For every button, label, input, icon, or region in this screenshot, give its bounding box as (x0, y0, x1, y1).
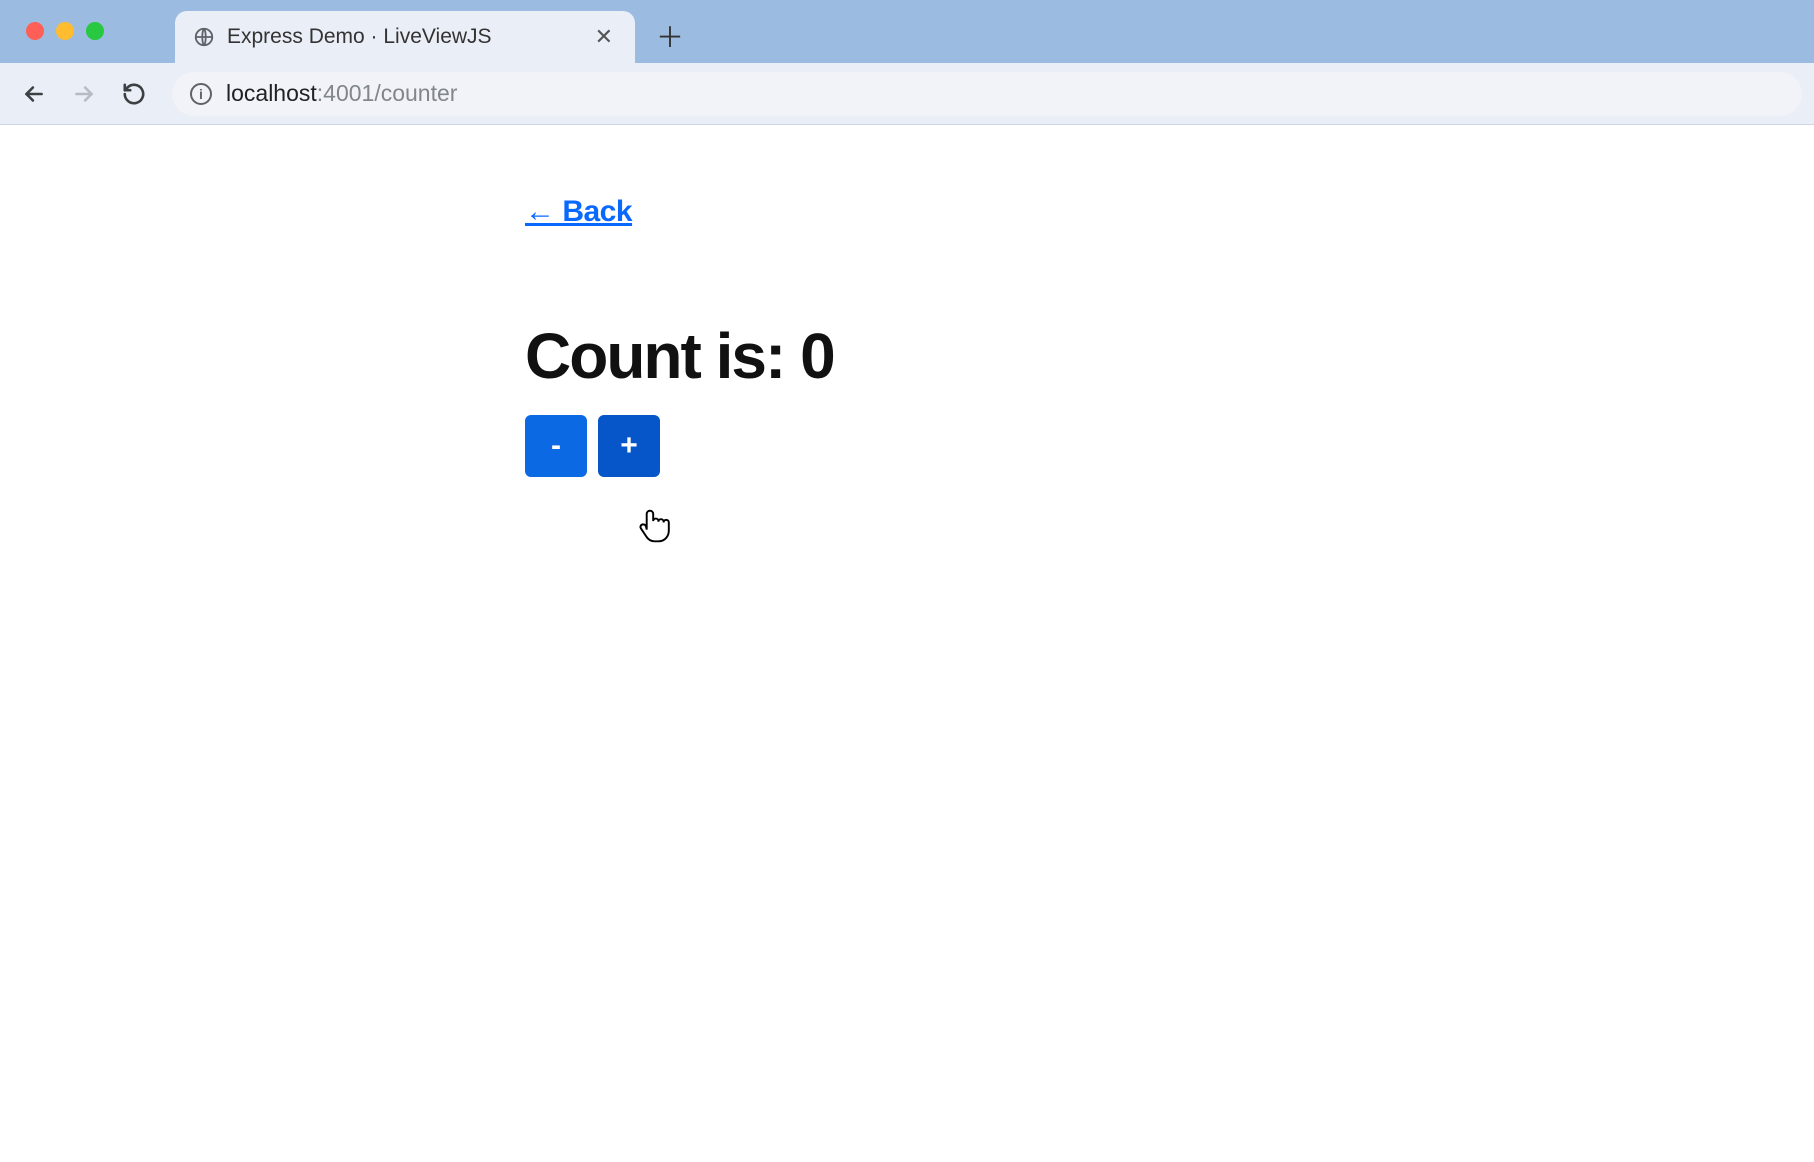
forward-button[interactable] (62, 72, 106, 116)
url-path: :4001/counter (317, 80, 458, 106)
close-window-button[interactable] (26, 22, 44, 40)
site-info-icon[interactable]: i (190, 83, 212, 105)
reload-button[interactable] (112, 72, 156, 116)
address-bar[interactable]: i localhost:4001/counter (172, 72, 1802, 116)
decrement-button[interactable]: - (525, 415, 587, 477)
window-controls (26, 22, 104, 40)
tab-title: Express Demo · LiveViewJS (227, 25, 492, 49)
count-label: Count is: (525, 320, 800, 392)
minimize-window-button[interactable] (56, 22, 74, 40)
page-viewport: ← Back Count is: 0 - + (0, 125, 1814, 1162)
browser-tab-active[interactable]: Express Demo · LiveViewJS ✕ (175, 11, 635, 63)
maximize-window-button[interactable] (86, 22, 104, 40)
browser-toolbar: i localhost:4001/counter (0, 63, 1814, 125)
cursor-pointer-icon (635, 501, 671, 543)
increment-button[interactable]: + (598, 415, 660, 477)
globe-icon (193, 26, 215, 48)
url-text: localhost:4001/counter (226, 80, 457, 107)
new-tab-button[interactable]: ＋ (645, 11, 695, 61)
counter-buttons: - + (525, 415, 1525, 477)
back-link[interactable]: ← Back (525, 195, 632, 229)
close-tab-button[interactable]: ✕ (591, 22, 617, 52)
browser-titlebar: Express Demo · LiveViewJS ✕ ＋ (0, 0, 1814, 63)
back-button[interactable] (12, 72, 56, 116)
count-value: 0 (800, 320, 834, 392)
count-heading: Count is: 0 (525, 319, 1525, 393)
tab-strip: Express Demo · LiveViewJS ✕ ＋ (175, 0, 695, 63)
url-host: localhost (226, 80, 317, 106)
page-content: ← Back Count is: 0 - + (525, 195, 1525, 477)
